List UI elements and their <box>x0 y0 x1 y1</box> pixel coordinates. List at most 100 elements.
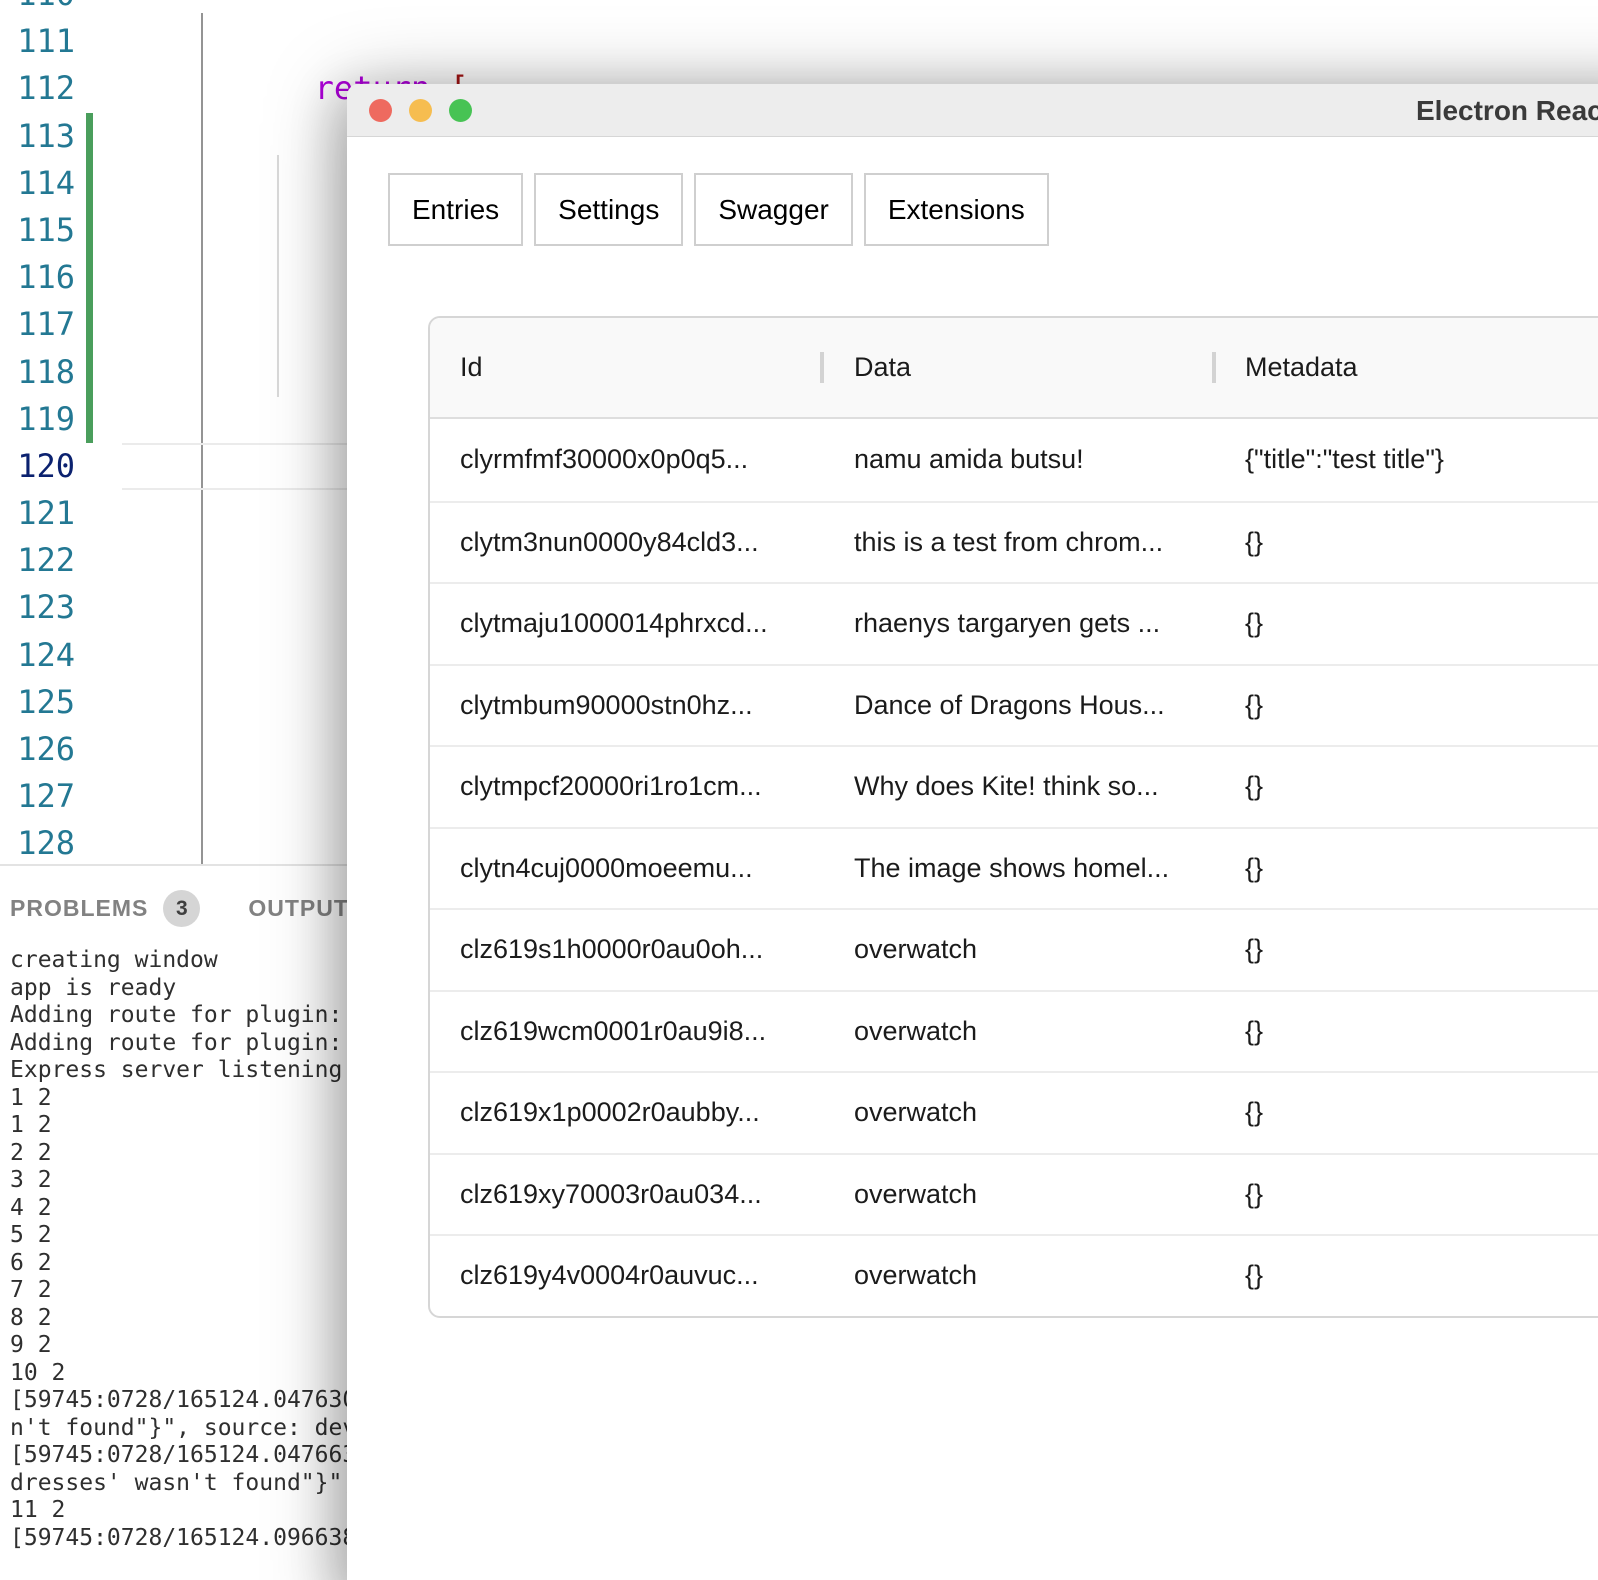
line-number: 119 <box>17 399 75 438</box>
cell-id: clz619xy70003r0au034... <box>460 1178 762 1209</box>
cell-metadata: {} <box>1245 1015 1264 1046</box>
cell-id: clytmbum90000stn0hz... <box>460 689 753 720</box>
code-text: { <box>122 18 1598 155</box>
gutter-change-indicator <box>75 773 122 820</box>
gutter-change-indicator <box>75 0 122 18</box>
gutter-change-indicator <box>75 679 122 726</box>
cell-metadata: {"title":"test title"} <box>1245 444 1444 475</box>
line-number: 121 <box>17 494 75 533</box>
app-tab[interactable]: Swagger <box>694 173 853 246</box>
line-number: 118 <box>17 352 75 391</box>
cell-data: rhaenys targaryen gets ... <box>854 608 1161 639</box>
table-row[interactable]: clz619s1h0000r0au0oh... overwatch {} <box>430 908 1598 990</box>
entries-table: Id Data Metadata clyrmfmf30000x0p0q5... … <box>428 316 1598 1318</box>
zoom-button[interactable] <box>449 99 472 122</box>
gutter-change-indicator <box>75 726 122 773</box>
gutter-change-indicator <box>75 112 122 160</box>
table-row[interactable]: clytmbum90000stn0hz... Dance of Dragons … <box>430 663 1598 746</box>
panel-tab-problems[interactable]: PROBLEMS 3 <box>10 890 201 927</box>
panel-tab-output[interactable]: OUTPUT <box>248 895 349 922</box>
cell-metadata: {} <box>1245 689 1264 720</box>
gutter-change-indicator <box>75 632 122 679</box>
gutter-change-indicator <box>75 301 122 349</box>
cell-metadata: {} <box>1245 852 1264 883</box>
gutter-change-indicator <box>75 584 122 631</box>
table-row[interactable]: clyrmfmf30000x0p0q5... namu amida butsu!… <box>430 419 1598 501</box>
cell-data: overwatch <box>854 1015 978 1046</box>
close-button[interactable] <box>369 99 392 122</box>
cell-data: Why does Kite! think so... <box>854 771 1159 802</box>
line-number: 112 <box>17 69 75 108</box>
cell-id: clytm3nun0000y84cld3... <box>460 526 759 557</box>
cell-id: clyrmfmf30000x0p0q5... <box>460 444 749 475</box>
gutter-change-indicator <box>75 490 122 537</box>
gutter-change-indicator <box>75 159 122 208</box>
app-tab[interactable]: Entries <box>388 173 524 246</box>
gutter-change-indicator <box>75 537 122 584</box>
line-number: 124 <box>17 635 75 674</box>
gutter-change-indicator <box>75 254 122 302</box>
table-row[interactable]: clz619xy70003r0au034... overwatch {} <box>430 1152 1598 1235</box>
code-text: return [ <box>122 0 1598 107</box>
line-number: 111 <box>17 22 75 61</box>
cell-id: clz619wcm0001r0au9i8... <box>460 1015 767 1046</box>
table-body: clyrmfmf30000x0p0q5... namu amida butsu!… <box>430 419 1598 1316</box>
line-number: 120 <box>17 446 75 485</box>
cell-metadata: {} <box>1245 1178 1264 1209</box>
gutter-change-indicator <box>75 443 122 490</box>
gutter-change-indicator <box>75 65 122 112</box>
cell-data: overwatch <box>854 1178 978 1209</box>
cell-data: this is a test from chrom... <box>854 526 1164 557</box>
cell-id: clz619s1h0000r0au0oh... <box>460 934 764 965</box>
cell-id: clytn4cuj0000moeemu... <box>460 852 753 883</box>
app-tab[interactable]: Settings <box>534 173 684 246</box>
cell-metadata: {} <box>1245 608 1264 639</box>
table-row[interactable]: clz619y4v0004r0auvuc... overwatch {} <box>430 1234 1598 1316</box>
line-number: 110 <box>0 0 75 18</box>
code-line: 111 { <box>0 18 1598 155</box>
cell-id: clytmpcf20000ri1ro1cm... <box>460 771 762 802</box>
code-line: 110 return [ <box>0 0 1598 107</box>
electron-app-window: Electron React Entries Settings Swagger Ext… <box>347 84 1598 1580</box>
gutter-change-indicator <box>75 348 122 396</box>
line-number: 114 <box>17 163 75 202</box>
traffic-lights <box>369 99 472 122</box>
table-row[interactable]: clytmpcf20000ri1ro1cm... Why does Kite! … <box>430 745 1598 827</box>
window-title: Electron React <box>1416 95 1598 126</box>
line-number: 128 <box>17 824 75 863</box>
window-titlebar[interactable]: Electron React <box>347 84 1598 137</box>
cell-data: namu amida butsu! <box>854 444 1084 475</box>
column-header-id: Id <box>460 352 483 382</box>
cell-data: overwatch <box>854 1260 978 1291</box>
table-row[interactable]: clytn4cuj0000moeemu... The image shows h… <box>430 826 1598 909</box>
table-header-row: Id Data Metadata <box>430 318 1598 419</box>
table-row[interactable]: clytm3nun0000y84cld3... this is a test f… <box>430 500 1598 583</box>
gutter-change-indicator <box>75 206 122 255</box>
line-number: 122 <box>17 541 75 580</box>
line-number: 117 <box>17 305 75 344</box>
app-tab[interactable]: Extensions <box>863 173 1049 246</box>
line-number: 126 <box>17 730 75 768</box>
cell-metadata: {} <box>1245 1097 1264 1128</box>
table-row[interactable]: clz619x1p0002r0aubby... overwatch {} <box>430 1071 1598 1153</box>
minimize-button[interactable] <box>409 99 432 122</box>
table-row[interactable]: clz619wcm0001r0au9i8... overwatch {} <box>430 989 1598 1072</box>
cell-id: clz619y4v0004r0auvuc... <box>460 1260 759 1291</box>
cell-data: Dance of Dragons Hous... <box>854 689 1165 720</box>
line-number: 123 <box>17 588 75 627</box>
cell-metadata: {} <box>1245 1260 1264 1291</box>
line-number: 127 <box>17 777 75 816</box>
line-number: 115 <box>17 210 75 249</box>
cell-id: clz619x1p0002r0aubby... <box>460 1097 760 1128</box>
column-header-metadata: Metadata <box>1212 352 1598 383</box>
panel-tab-problems-label: PROBLEMS <box>10 895 149 921</box>
cell-metadata: {} <box>1245 771 1264 802</box>
gutter-change-indicator <box>75 18 122 65</box>
line-number: 116 <box>17 258 75 297</box>
table-row[interactable]: clytmaju1000014phrxcd... rhaenys targary… <box>430 582 1598 664</box>
line-number: 125 <box>17 682 75 721</box>
column-header-data: Data <box>820 352 1212 383</box>
cell-data: overwatch <box>854 1097 978 1128</box>
problems-count-badge: 3 <box>163 890 201 927</box>
cell-id: clytmaju1000014phrxcd... <box>460 608 768 639</box>
